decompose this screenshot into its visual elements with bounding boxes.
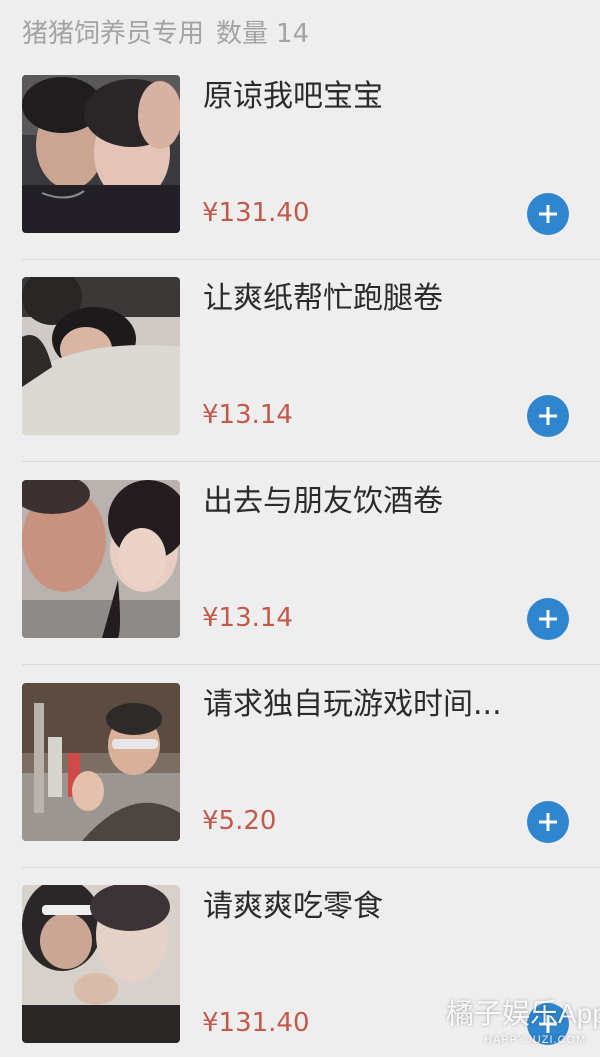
product-list-page: 猪猪饲养员专用 数量 14 原谅我吧宝宝 ¥131.40 让爽纸帮忙跑腿卷 ¥1… — [0, 0, 600, 1057]
item-price: ¥131.40 — [202, 1008, 310, 1038]
item-photo — [22, 480, 180, 638]
item-price: ¥131.40 — [202, 198, 310, 228]
item-divider — [22, 259, 600, 260]
plus-icon — [539, 205, 557, 223]
list-item[interactable]: 请求独自玩游戏时间... ¥5.20 — [0, 683, 600, 885]
count-value: 14 — [276, 19, 310, 49]
item-title: 让爽纸帮忙跑腿卷 — [203, 281, 443, 316]
item-photo — [22, 683, 180, 841]
list-item[interactable]: 原谅我吧宝宝 ¥131.40 — [0, 75, 600, 277]
item-title: 出去与朋友饮酒卷 — [203, 484, 443, 519]
item-photo — [22, 277, 180, 435]
item-photo — [22, 885, 180, 1043]
plus-icon — [539, 407, 557, 425]
add-to-cart-button[interactable] — [527, 801, 569, 843]
watermark-sub: HAPPYJUZI.COM — [484, 1034, 587, 1046]
watermark-name: 橘子娱乐App — [446, 998, 600, 1029]
item-divider — [22, 461, 600, 462]
category-header: 猪猪饲养员专用 数量 14 — [22, 14, 309, 54]
item-price: ¥13.14 — [202, 400, 293, 430]
add-to-cart-button[interactable] — [527, 395, 569, 437]
category-name: 猪猪饲养员专用 — [22, 19, 205, 49]
item-title: 请求独自玩游戏时间... — [203, 687, 502, 722]
item-divider — [22, 867, 600, 868]
plus-icon — [539, 610, 557, 628]
item-title: 原谅我吧宝宝 — [203, 79, 383, 114]
count-label: 数量 — [216, 19, 269, 49]
plus-icon — [539, 813, 557, 831]
list-item[interactable]: 出去与朋友饮酒卷 ¥13.14 — [0, 480, 600, 682]
item-title: 请爽爽吃零食 — [203, 889, 383, 924]
item-photo — [22, 75, 180, 233]
watermark-logo: 橘子娱乐App HAPPYJUZI.COM — [446, 996, 600, 1054]
add-to-cart-button[interactable] — [527, 193, 569, 235]
list-item[interactable]: 让爽纸帮忙跑腿卷 ¥13.14 — [0, 277, 600, 479]
add-to-cart-button[interactable] — [527, 598, 569, 640]
item-price: ¥13.14 — [202, 603, 293, 633]
item-divider — [22, 664, 600, 665]
item-price: ¥5.20 — [202, 806, 277, 836]
